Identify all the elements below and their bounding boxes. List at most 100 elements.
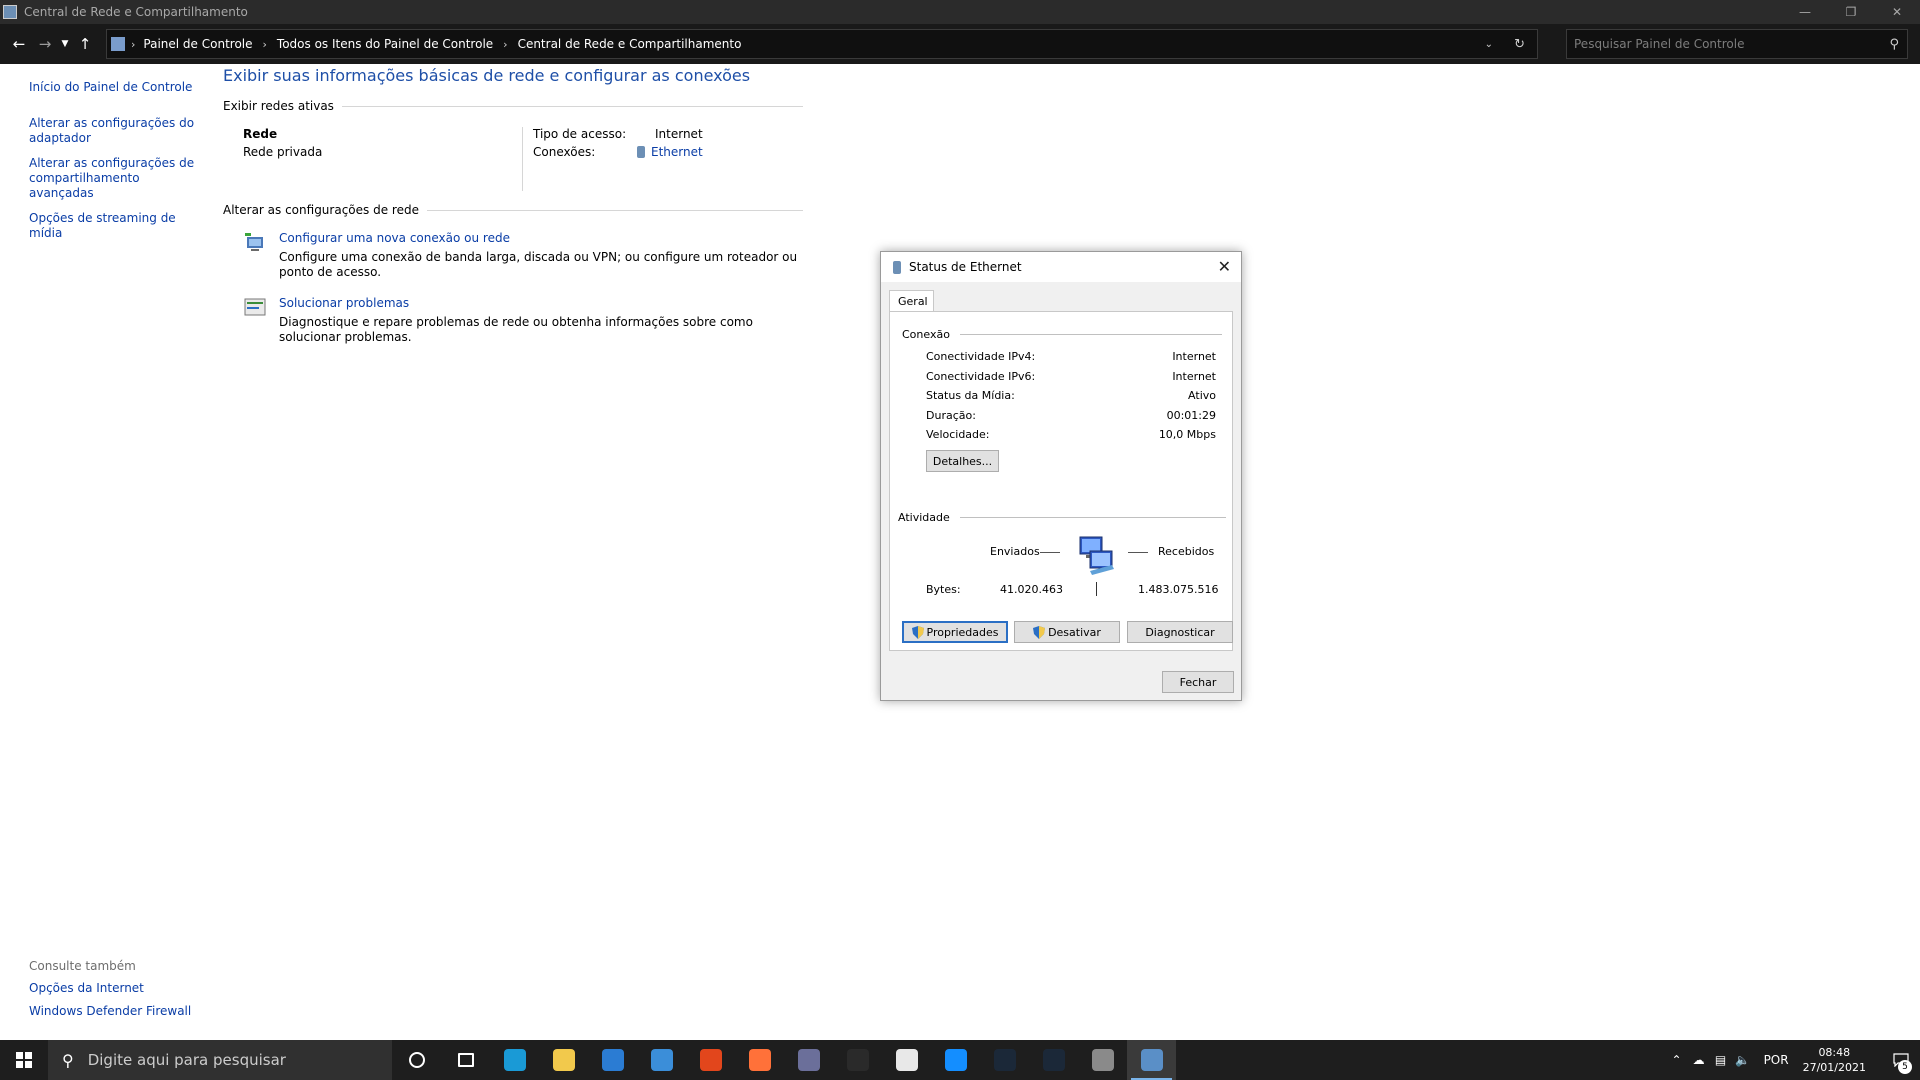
notification-center-icon[interactable]: 5	[1882, 1040, 1920, 1080]
bytes-sent-value: 41.020.463	[1000, 583, 1063, 596]
file-explorer-icon[interactable]	[539, 1040, 588, 1080]
bytes-received-value: 1.483.075.516	[1138, 583, 1219, 596]
search-icon[interactable]: ⚲	[1889, 37, 1899, 52]
dialog-close-icon[interactable]: ✕	[1218, 257, 1231, 276]
nav-media-streaming-link[interactable]: Opções de streaming de mídia	[29, 211, 199, 241]
received-label: Recebidos	[1158, 545, 1215, 558]
restore-icon[interactable]: ❐	[1828, 0, 1874, 24]
search-placeholder: Pesquisar Painel de Controle	[1574, 37, 1745, 51]
window-title: Central de Rede e Compartilhamento	[24, 5, 248, 19]
ipv4-row: Conectividade IPv4: Internet	[926, 350, 1216, 363]
taskbar-search-placeholder: Digite aqui para pesquisar	[87, 1051, 286, 1069]
language-indicator[interactable]: POR	[1764, 1053, 1789, 1067]
nav-home-link[interactable]: Início do Painel de Controle	[29, 80, 199, 95]
control-panel-taskbar-icon[interactable]	[1127, 1040, 1176, 1080]
up-arrow-icon[interactable]: ↑	[72, 31, 98, 57]
mail-icon[interactable]	[637, 1040, 686, 1080]
sent-label: Enviados	[990, 545, 1040, 558]
windows-logo-icon	[16, 1052, 32, 1068]
nav-advanced-sharing-link[interactable]: Alterar as configurações de compartilham…	[29, 156, 199, 201]
properties-button[interactable]: Propriedades	[902, 621, 1008, 643]
close-button[interactable]: Fechar	[1162, 671, 1234, 693]
chevron-up-icon[interactable]: ⌃	[1666, 1053, 1688, 1067]
edge-icon[interactable]	[490, 1040, 539, 1080]
see-also: Consulte também Opções da Internet Windo…	[29, 959, 191, 1027]
network-name: Rede	[243, 127, 278, 141]
chat-icon[interactable]	[784, 1040, 833, 1080]
taskbar-search-input[interactable]: ⚲ Digite aqui para pesquisar	[48, 1040, 392, 1080]
breadcrumb-central-de-rede[interactable]: Central de Rede e Compartilhamento	[518, 37, 742, 51]
epic-games-icon[interactable]	[833, 1040, 882, 1080]
page-title: Exibir suas informações básicas de rede …	[223, 66, 751, 85]
tab-geral[interactable]: Geral	[889, 290, 934, 312]
activity-group: Atividade	[898, 511, 1226, 524]
control-panel-small-icon	[111, 37, 125, 51]
battle-net-icon[interactable]	[931, 1040, 980, 1080]
forward-arrow-icon[interactable]: →	[32, 31, 58, 57]
defender-firewall-link[interactable]: Windows Defender Firewall	[29, 1004, 191, 1018]
minimize-icon[interactable]: —	[1782, 0, 1828, 24]
diagnose-button[interactable]: Diagnosticar	[1127, 621, 1233, 643]
internet-options-link[interactable]: Opções da Internet	[29, 981, 191, 995]
details-button[interactable]: Detalhes...	[926, 450, 999, 472]
troubleshoot-desc: Diagnostique e repare problemas de rede …	[279, 315, 753, 344]
breadcrumb-painel-de-controle[interactable]: Painel de Controle	[143, 37, 252, 51]
troubleshoot-icon	[243, 296, 267, 318]
network-type: Rede privada	[243, 145, 323, 159]
volume-icon[interactable]: 🔈	[1732, 1053, 1754, 1067]
system-tray: ⌃ ☁ ▤ 🔈 POR 08:48 27/01/2021 5	[1666, 1040, 1920, 1080]
main-content: Exibir suas informações básicas de rede …	[223, 66, 803, 345]
new-connection-desc: Configure uma conexão de banda larga, di…	[279, 250, 798, 279]
access-type-label: Tipo de acesso:	[533, 127, 627, 141]
breadcrumb-todos-os-itens[interactable]: Todos os Itens do Painel de Controle	[277, 37, 493, 51]
new-connection-link[interactable]: Configurar uma nova conexão ou rede	[279, 231, 799, 245]
address-bar: ← → ▼ ↑ › Painel de Controle › Todos os …	[0, 24, 1920, 64]
firefox-icon[interactable]	[735, 1040, 784, 1080]
address-box[interactable]: › Painel de Controle › Todos os Itens do…	[106, 29, 1538, 59]
speed-row: Velocidade: 10,0 Mbps	[926, 428, 1216, 441]
steam-icon[interactable]	[980, 1040, 1029, 1080]
disable-button[interactable]: Desativar	[1014, 621, 1120, 643]
taskbar: ⚲ Digite aqui para pesquisar ⌃ ☁ ▤ 🔈 POR…	[0, 1040, 1920, 1080]
recent-locations-chevron-icon[interactable]: ▼	[58, 31, 72, 57]
uac-shield-icon	[1033, 625, 1046, 639]
ethernet-status-dialog: Status de Ethernet ✕ Geral Conexão Conec…	[880, 251, 1242, 701]
access-type-value: Internet	[655, 127, 703, 141]
network-activity-icon	[1076, 535, 1116, 579]
nav-adapter-settings-link[interactable]: Alterar as configurações do adaptador	[29, 116, 199, 146]
store-icon[interactable]	[588, 1040, 637, 1080]
search-input[interactable]: Pesquisar Painel de Controle ⚲	[1566, 29, 1908, 59]
back-arrow-icon[interactable]: ←	[6, 31, 32, 57]
address-dropdown-icon[interactable]: ⌄	[1485, 39, 1493, 50]
connections-label: Conexões:	[533, 145, 596, 159]
duration-row: Duração: 00:01:29	[926, 409, 1216, 422]
ethernet-icon	[893, 260, 901, 274]
active-network: Rede Rede privada Tipo de acesso: Intern…	[243, 127, 803, 191]
clock-date: 27/01/2021	[1802, 1061, 1866, 1074]
search-icon: ⚲	[62, 1050, 74, 1070]
cortana-icon[interactable]	[392, 1040, 441, 1080]
steam-icon-2[interactable]	[1029, 1040, 1078, 1080]
general-panel: Conexão Conectividade IPv4: Internet Cone…	[889, 311, 1233, 651]
start-button[interactable]	[0, 1040, 48, 1080]
close-icon[interactable]: ✕	[1874, 0, 1920, 24]
dialog-titlebar: Status de Ethernet	[881, 252, 1241, 282]
office-icon[interactable]	[686, 1040, 735, 1080]
refresh-icon[interactable]: ↻	[1514, 37, 1525, 52]
dialog-title: Status de Ethernet	[909, 260, 1022, 274]
network-icon[interactable]: ▤	[1710, 1053, 1732, 1067]
notification-count-badge: 5	[1898, 1060, 1912, 1074]
clock[interactable]: 08:48 27/01/2021	[1803, 1045, 1866, 1075]
connection-group: Conexão	[902, 328, 1222, 341]
troubleshoot-link[interactable]: Solucionar problemas	[279, 296, 799, 310]
control-panel-icon	[3, 5, 17, 19]
app-icon[interactable]	[1078, 1040, 1127, 1080]
see-also-label: Consulte também	[29, 959, 136, 973]
ethernet-connection-link[interactable]: Ethernet	[637, 145, 703, 159]
clock-time: 08:48	[1818, 1046, 1851, 1059]
media-status-row: Status da Mídia: Ativo	[926, 389, 1216, 402]
task-view-icon[interactable]	[441, 1040, 490, 1080]
ipv6-row: Conectividade IPv6: Internet	[926, 370, 1216, 383]
ubisoft-icon[interactable]	[882, 1040, 931, 1080]
onedrive-icon[interactable]: ☁	[1688, 1053, 1710, 1067]
